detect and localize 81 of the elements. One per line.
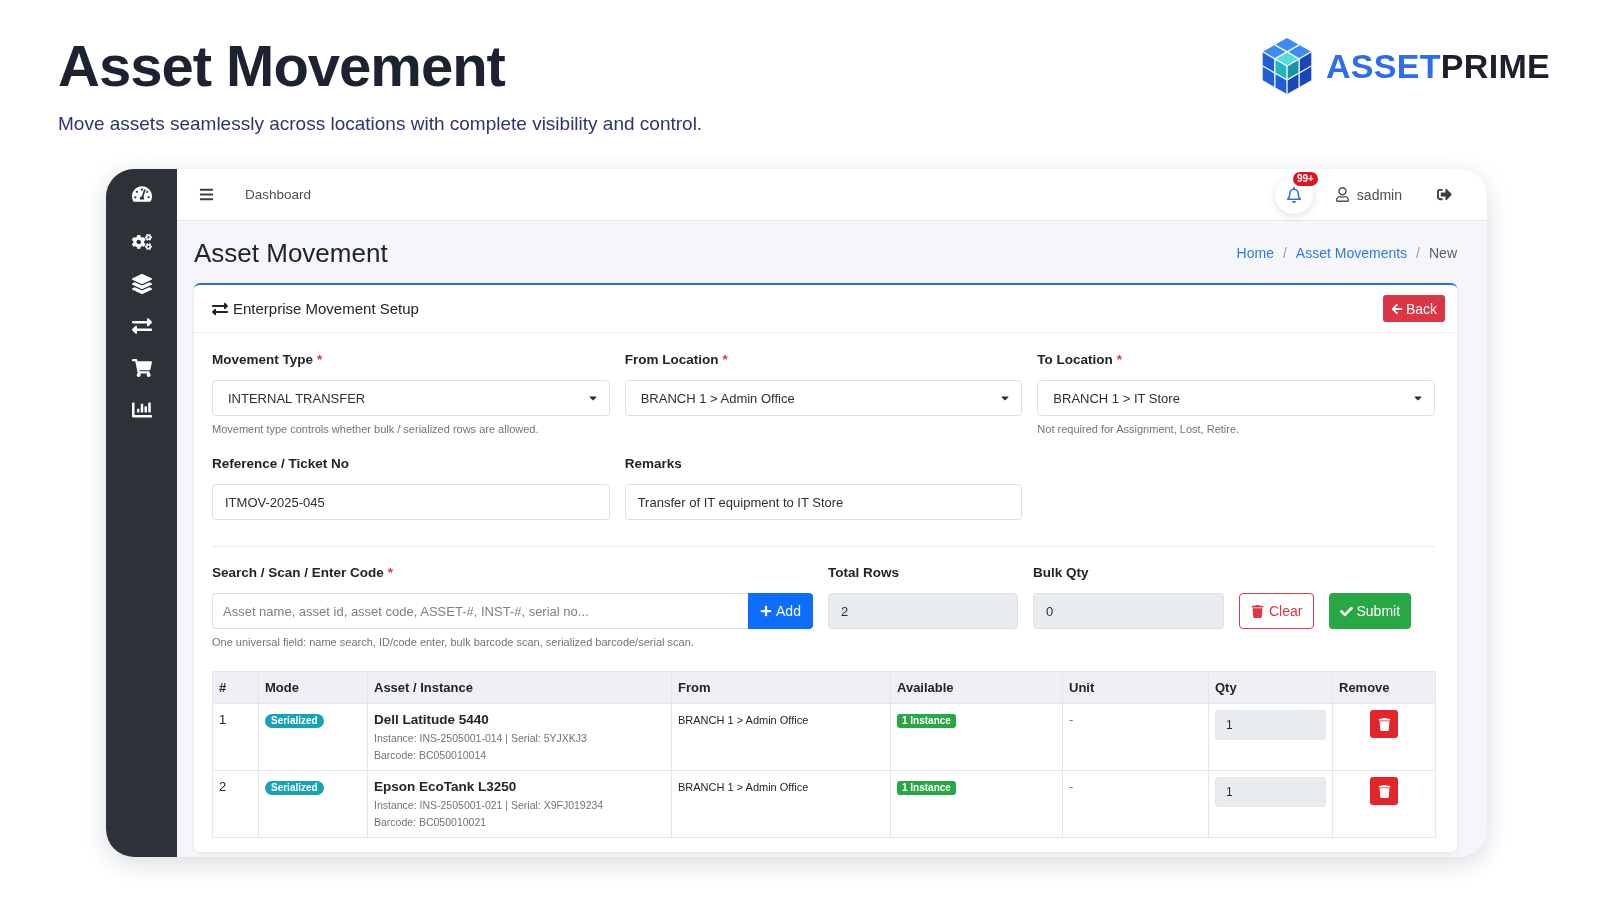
- column-header: From: [671, 671, 891, 704]
- availability-badge: 1 Instance: [897, 781, 956, 795]
- help-text: Movement type controls whether bulk / serialized rows are allowed.: [212, 422, 540, 436]
- page-heading: Asset Movement: [194, 237, 388, 269]
- field-label: Reference / Ticket No: [212, 455, 351, 473]
- asset-name: Dell Latitude 5440: [374, 711, 490, 729]
- column-header: Qty: [1208, 671, 1333, 704]
- qty-field[interactable]: 1: [1215, 710, 1326, 740]
- qty-field[interactable]: 1: [1215, 777, 1326, 807]
- clear-button[interactable]: Clear: [1239, 593, 1315, 629]
- field-label: Remarks: [624, 455, 683, 473]
- number-field[interactable]: 2: [828, 593, 1018, 629]
- arrow-left-icon: [1390, 302, 1403, 315]
- availability-badge: 1 Instance: [897, 714, 956, 728]
- menu-icon[interactable]: [199, 187, 214, 202]
- add-button[interactable]: Add: [748, 593, 813, 629]
- select-field[interactable]: BRANCH 1 > Admin Office: [624, 380, 1023, 416]
- table-cell: -: [1062, 770, 1209, 838]
- plus-icon: [760, 605, 773, 617]
- page-title: Asset Movement: [58, 37, 506, 95]
- layers-icon[interactable]: [131, 274, 152, 294]
- bar-chart-icon[interactable]: [131, 400, 152, 420]
- swap-arrows-icon: [212, 300, 228, 317]
- column-header: Mode: [258, 671, 368, 704]
- table-cell: 2: [212, 770, 259, 838]
- mode-badge: Serialized: [265, 781, 324, 795]
- number-field[interactable]: 0: [1033, 593, 1224, 629]
- column-header: Asset / Instance: [367, 671, 672, 704]
- text-field[interactable]: ITMOV-2025-045: [212, 484, 610, 520]
- cube-logo-icon: [1261, 38, 1312, 94]
- breadcrumb-separator: /: [1282, 245, 1287, 261]
- field-label: Total Rows: [828, 564, 900, 582]
- trash-icon: [1377, 784, 1391, 798]
- breadcrumb-link[interactable]: Asset Movements: [1295, 245, 1408, 261]
- asset-name: Epson EcoTank L3250: [374, 778, 518, 796]
- user-icon: [1334, 187, 1350, 202]
- column-header: Unit: [1062, 671, 1209, 704]
- back-button[interactable]: Back: [1382, 295, 1445, 322]
- user-menu[interactable]: sadmin: [1334, 186, 1402, 203]
- page-subtitle: Move assets seamlessly across locations with complete visibility and control.: [58, 112, 703, 136]
- field-label: Search / Scan / Enter Code *: [212, 564, 395, 582]
- swap-arrows-icon[interactable]: [131, 316, 152, 336]
- search-field[interactable]: Asset name, asset id, asset code, ASSET-#, INST-#, serial no...: [212, 593, 748, 629]
- barcode-text: Barcode: BC050010021: [374, 815, 488, 830]
- instance-text: Instance: INS-2505001-021 | Serial: X9FJ019234: [374, 798, 605, 813]
- column-header: Available: [890, 671, 1063, 704]
- bell-icon: [1285, 186, 1302, 203]
- remove-button[interactable]: [1370, 777, 1398, 805]
- gears-icon[interactable]: [131, 232, 152, 252]
- cart-icon[interactable]: [131, 358, 152, 378]
- help-text: One universal field: name search, ID/code enter, bulk barcode scan, serialized barcode/serial scan.: [212, 635, 695, 649]
- help-text: Not required for Assignment, Lost, Retire.: [1037, 422, 1241, 436]
- gauge-icon[interactable]: [131, 184, 152, 204]
- select-field[interactable]: INTERNAL TRANSFER: [212, 380, 610, 416]
- breadcrumb-current: New: [1429, 245, 1457, 261]
- table-cell: -: [1062, 703, 1209, 771]
- select-field[interactable]: BRANCH 1 > IT Store: [1037, 380, 1435, 416]
- logout-icon[interactable]: [1437, 187, 1452, 202]
- text-field[interactable]: Transfer of IT equipment to IT Store: [624, 484, 1023, 520]
- dashboard-link[interactable]: Dashboard: [245, 187, 312, 202]
- trash-icon: [1377, 717, 1391, 731]
- field-label: Bulk Qty: [1033, 564, 1090, 582]
- breadcrumb-separator: /: [1416, 245, 1420, 261]
- field-label: To Location *: [1037, 351, 1124, 369]
- column-header: Remove: [1332, 671, 1436, 704]
- breadcrumb-link[interactable]: Home: [1236, 245, 1274, 261]
- table-cell: 1: [212, 703, 259, 771]
- column-header: #: [212, 671, 259, 704]
- check-icon: [1340, 604, 1354, 618]
- table-cell: BRANCH 1 > Admin Office: [671, 703, 891, 771]
- field-label: From Location *: [624, 351, 729, 369]
- card-title: Enterprise Movement Setup: [233, 298, 419, 319]
- notification-badge: 99+: [1292, 171, 1318, 186]
- instance-text: Instance: INS-2505001-014 | Serial: 5YJXKJ3: [374, 731, 588, 746]
- field-label: Movement Type *: [212, 351, 324, 369]
- logo-text: ASSETPRIME: [1325, 49, 1550, 83]
- table-cell: BRANCH 1 > Admin Office: [671, 770, 891, 838]
- remove-button[interactable]: [1370, 710, 1398, 738]
- mode-badge: Serialized: [265, 714, 324, 728]
- trash-icon: [1251, 604, 1264, 618]
- barcode-text: Barcode: BC050010014: [374, 748, 488, 763]
